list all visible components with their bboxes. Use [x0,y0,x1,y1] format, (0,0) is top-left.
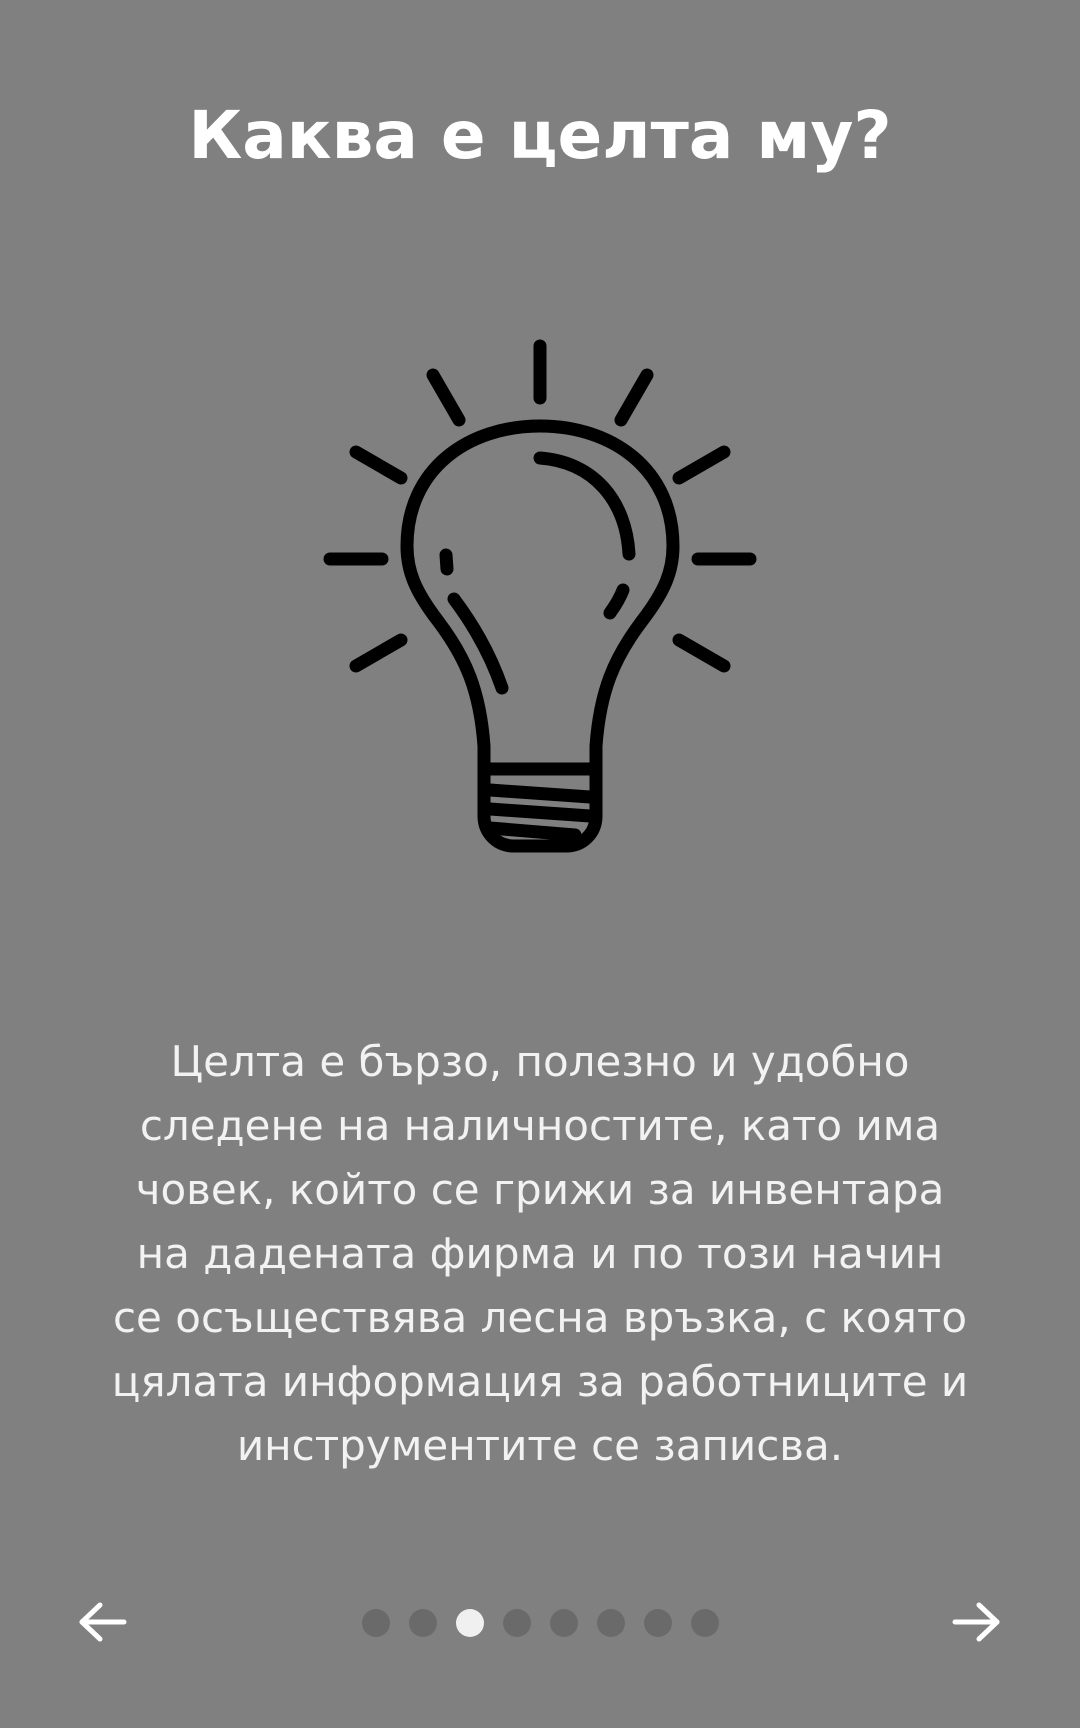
page-dot[interactable] [549,1609,578,1637]
description-line: човек, който се грижи за инвентара [135,1165,945,1214]
page-dot[interactable] [596,1609,625,1637]
arrow-right-icon [952,1602,1000,1642]
page-dot[interactable] [690,1609,719,1637]
page-dot[interactable] [361,1609,390,1637]
page-indicator [0,1609,1080,1637]
description-text: Целта е бързо, полезно и удобно следене … [40,1030,1040,1478]
description-line: инструментите се записва. [236,1421,844,1470]
page-dot[interactable] [643,1609,672,1637]
page-dot[interactable] [408,1609,437,1637]
page-title: Каква е целта му? [188,97,892,174]
page-dot-active[interactable] [455,1609,484,1637]
description-line: цялата информация за работниците и [111,1357,969,1406]
description-line: се осъществява лесна връзка, с която [112,1293,968,1342]
description-line: следене на наличностите, като има [139,1101,941,1150]
description-line: Целта е бързо, полезно и удобно [170,1037,910,1086]
description-line: на дадената фирма и по този начин [136,1229,944,1278]
next-button[interactable] [936,1592,1016,1652]
page-dot[interactable] [502,1609,531,1637]
light-bulb-icon [323,339,757,853]
